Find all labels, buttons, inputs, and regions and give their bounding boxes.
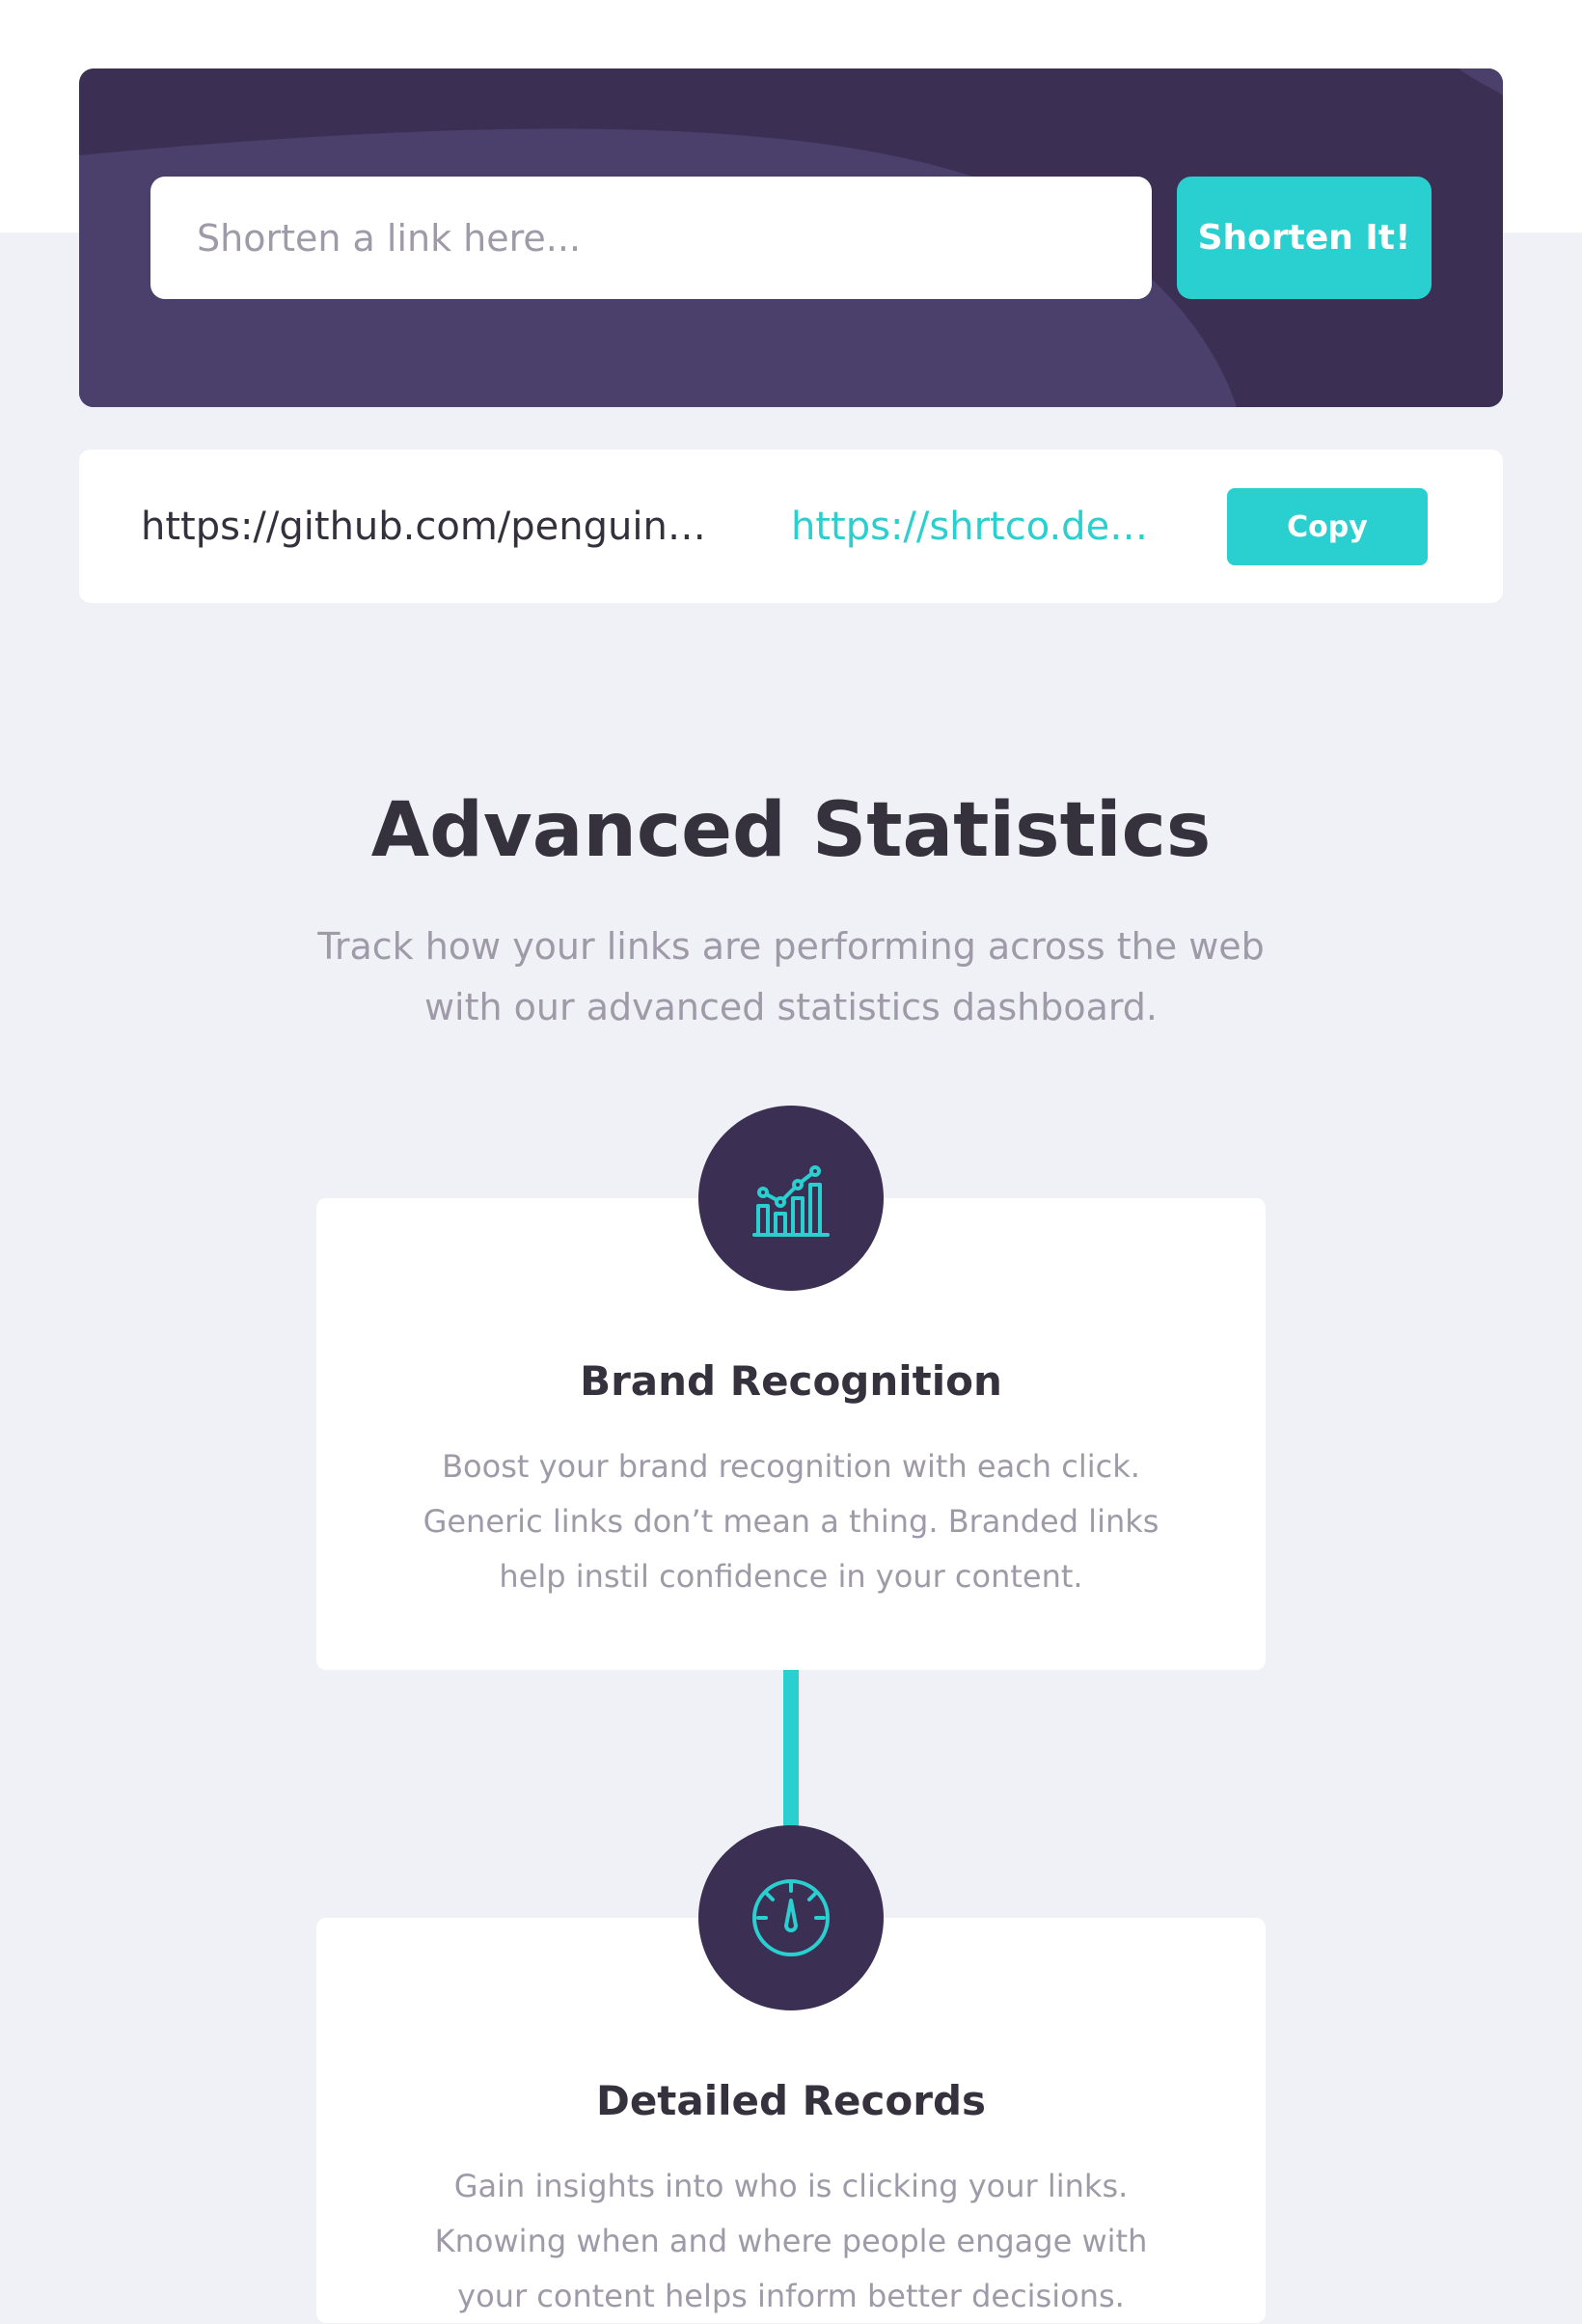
feature-description: Gain insights into who is clicking your … xyxy=(434,2168,1148,2314)
gauge-icon xyxy=(752,1879,830,1956)
feature-card-detailed-records: Detailed Records Gain insights into who … xyxy=(316,1825,1266,2323)
feature-description: Boost your brand recognition with each c… xyxy=(423,1448,1159,1595)
copy-button[interactable]: Copy xyxy=(1227,488,1428,565)
feature-icon-circle xyxy=(698,1106,884,1291)
short-url[interactable]: https://shrtco.de… xyxy=(791,500,1167,554)
original-url: https://github.com/penguin… xyxy=(141,505,706,549)
url-input[interactable] xyxy=(150,177,1152,299)
chart-icon xyxy=(752,1165,830,1237)
shortened-link-result: https://github.com/penguin… https://shrt… xyxy=(79,450,1503,603)
shorten-button[interactable]: Shorten It! xyxy=(1177,177,1432,299)
section-subtitle: Track how your links are performing acro… xyxy=(317,925,1265,1028)
feature-title: Brand Recognition xyxy=(580,1357,1002,1405)
feature-card-brand-recognition: Brand Recognition Boost your brand recog… xyxy=(316,1106,1266,1670)
feature-title: Detailed Records xyxy=(595,2077,987,2124)
shorten-panel: Shorten It! xyxy=(79,68,1503,407)
feature-connector-line xyxy=(783,1669,799,1833)
section-title: Advanced Statistics xyxy=(370,787,1212,874)
feature-icon-circle xyxy=(698,1825,884,2010)
